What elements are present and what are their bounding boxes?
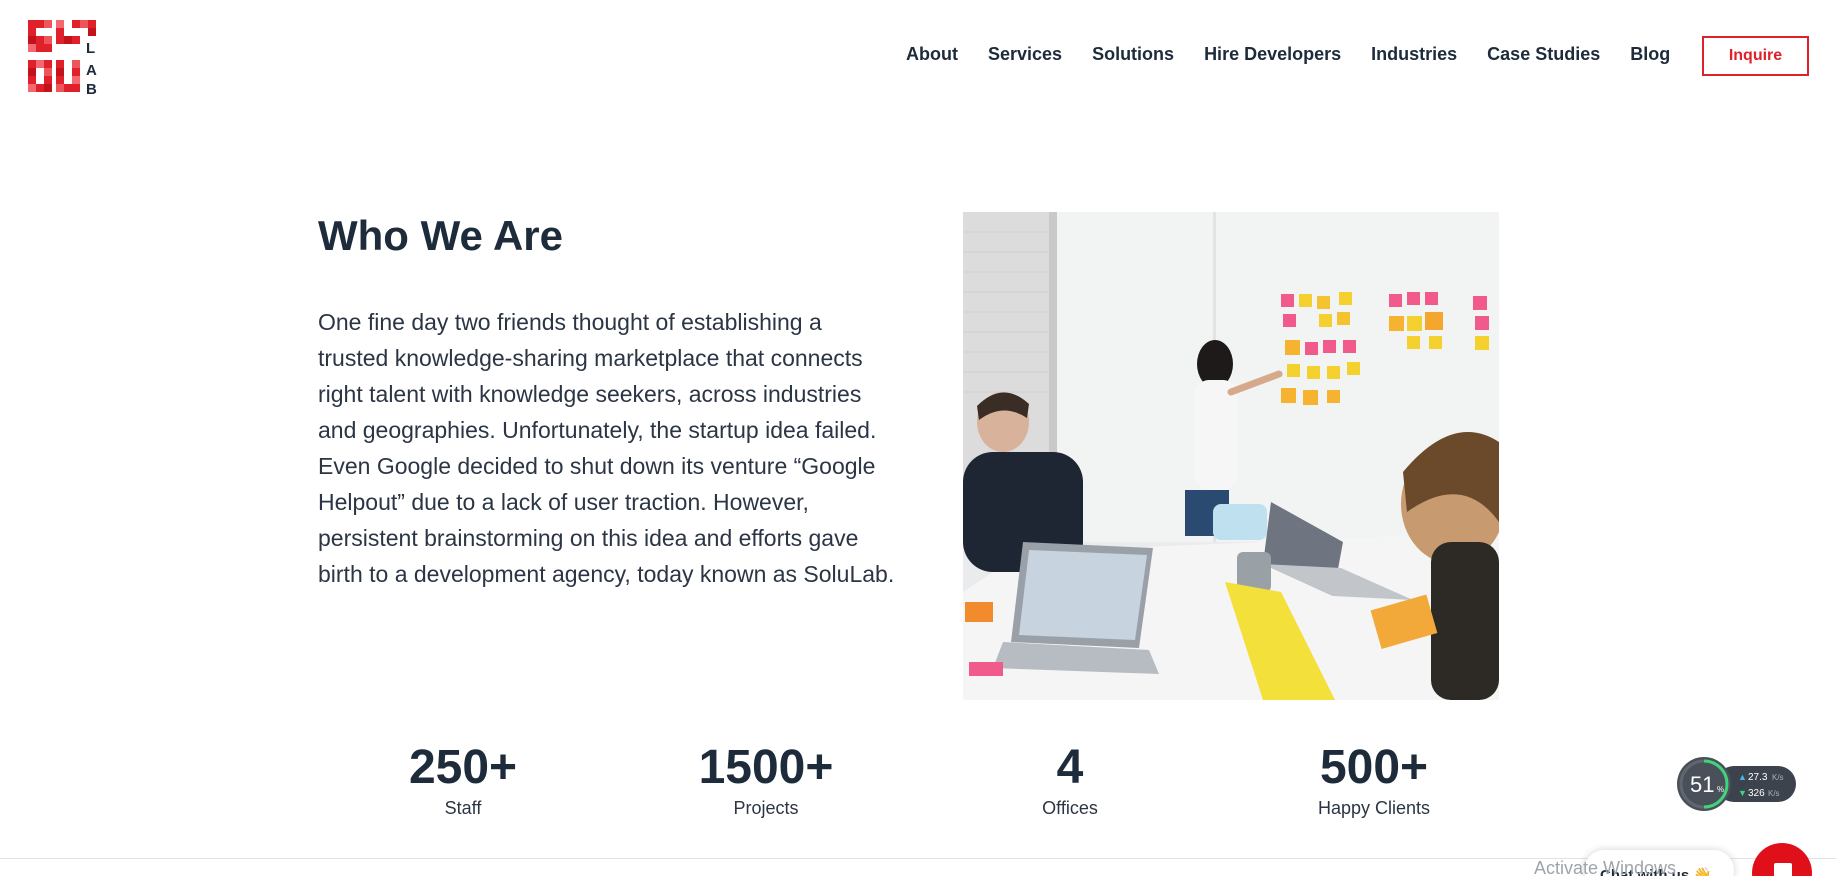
network-percent-unit: %	[1717, 785, 1724, 794]
nav-item-about[interactable]: About	[906, 44, 958, 65]
chat-launcher-button[interactable]	[1752, 843, 1812, 876]
nav-item-case-studies[interactable]: Case Studies	[1487, 44, 1600, 65]
svg-text:L: L	[86, 40, 95, 57]
stat-value: 4	[1056, 741, 1084, 794]
main-nav: About Services Solutions Hire Developers…	[906, 44, 1700, 65]
svg-text:A: A	[86, 62, 97, 79]
download-speed: 326	[1748, 788, 1765, 799]
stat-label: Staff	[444, 798, 482, 818]
upload-unit: K/s	[1772, 773, 1784, 782]
stat-staff: 250+ Staff	[353, 740, 573, 819]
upload-speed: 27.3	[1748, 772, 1768, 783]
stat-label: Projects	[733, 798, 799, 818]
download-unit: K/s	[1768, 789, 1780, 798]
nav-item-industries[interactable]: Industries	[1371, 44, 1457, 65]
os-activation-watermark: Activate Windows	[1534, 858, 1677, 876]
nav-item-services[interactable]: Services	[988, 44, 1062, 65]
stat-value: 1500+	[698, 741, 834, 794]
stat-value: 250+	[408, 741, 518, 794]
stat-label: Happy Clients	[1317, 798, 1431, 818]
svg-text:B: B	[86, 81, 97, 96]
nav-item-hire-developers[interactable]: Hire Developers	[1204, 44, 1341, 65]
wave-emoji-icon: 👋	[1693, 867, 1713, 876]
nav-item-blog[interactable]: Blog	[1630, 44, 1670, 65]
inquire-button[interactable]: Inquire	[1702, 36, 1809, 76]
stat-label: Offices	[1042, 798, 1098, 818]
stat-value: 500+	[1319, 741, 1429, 794]
download-arrow-icon: ▼	[1738, 788, 1747, 798]
team-meeting-photo	[963, 212, 1499, 700]
nav-item-solutions[interactable]: Solutions	[1092, 44, 1174, 65]
stat-projects: 1500+ Projects	[656, 740, 876, 819]
network-percent: 51	[1690, 772, 1714, 797]
chat-bubble-icon	[1774, 863, 1792, 876]
solulab-logo[interactable]: L A B	[28, 20, 104, 98]
stat-offices: 4 Offices	[960, 740, 1180, 819]
network-speed-widget[interactable]: 51 % ▲ 27.3 K/s ▼ 326 K/s	[1676, 756, 1798, 812]
section-paragraph: One fine day two friends thought of esta…	[318, 309, 895, 587]
site-header: L A B About Services Solutions Hire Deve…	[0, 0, 1836, 110]
stat-happy-clients: 500+ Happy Clients	[1264, 740, 1484, 819]
section-title: Who We Are	[318, 212, 564, 259]
upload-arrow-icon: ▲	[1738, 772, 1747, 782]
